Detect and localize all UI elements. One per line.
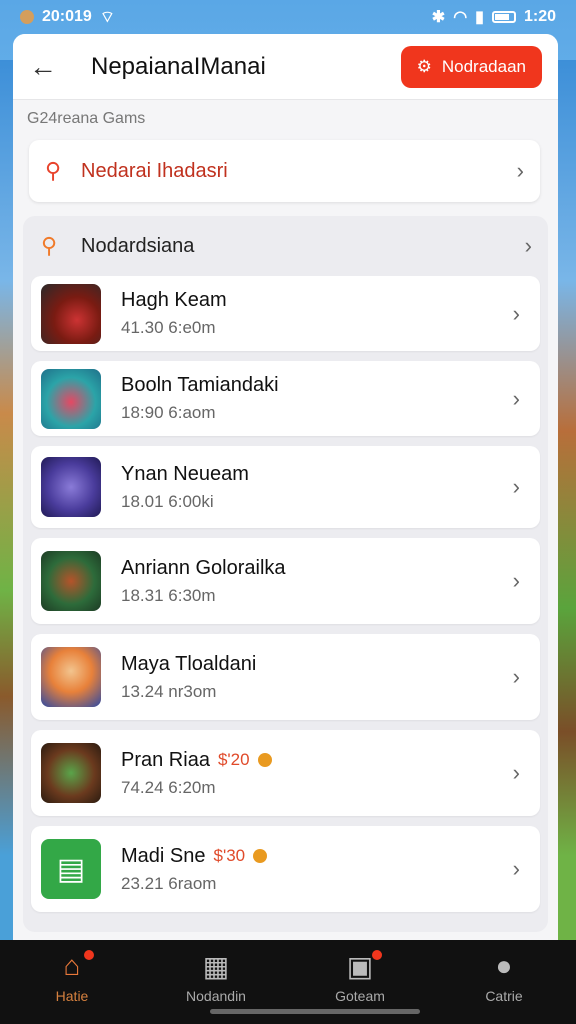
chevron-right-icon: › <box>524 233 532 258</box>
search-row[interactable]: ⚲ Nedarai Ihadasri › <box>29 140 540 202</box>
item-subtitle: 18.31 6:30m <box>121 585 216 605</box>
item-subtitle: 74.24 6:20m <box>121 777 216 797</box>
battery-icon <box>491 11 516 23</box>
list-item[interactable]: Ynan Neueam 18.01 6:00ki › <box>31 446 540 528</box>
chevron-right-icon: › <box>512 474 520 499</box>
game-thumbnail <box>41 457 101 517</box>
back-arrow-icon[interactable]: ← <box>29 51 65 83</box>
item-name: Madi Sne <box>121 844 206 867</box>
list-item[interactable]: Booln Tamiandaki 18:90 6:aom › <box>31 361 540 436</box>
item-name: Booln Tamiandaki <box>121 374 279 396</box>
item-subtitle: 18.01 6:00ki <box>121 491 214 511</box>
action-button[interactable]: ⚙ Nodradaan <box>400 45 542 88</box>
book-icon: ▣ <box>346 951 374 982</box>
home-indicator[interactable] <box>210 1009 420 1014</box>
gear-icon: ⚙ <box>416 56 432 76</box>
shop-icon: ▦ <box>202 951 230 982</box>
game-thumbnail <box>41 647 101 707</box>
group-header[interactable]: ⚲ Nodardsiana › <box>23 216 548 276</box>
wifi-icon: ◠ <box>453 9 468 26</box>
list-item[interactable]: Pran Riaa $'20 74.24 6:20m › <box>31 730 540 816</box>
item-name: Hagh Keam <box>121 289 227 311</box>
app-notification-icon <box>20 10 34 24</box>
signal-icon: ▮ <box>475 9 484 26</box>
search-row-label: Nedarai Ihadasri <box>81 159 228 182</box>
chevron-right-icon: › <box>512 385 520 411</box>
person-icon: ⚲ <box>41 233 58 258</box>
item-name: Pran Riaa <box>121 748 210 771</box>
search-icon: ⚲ <box>45 158 62 183</box>
nav-item-profile[interactable]: ● Catrie <box>444 950 564 1004</box>
nav-item-library[interactable]: ▣ Goteam <box>300 950 420 1004</box>
item-name: Anriann Golorailka <box>121 556 286 579</box>
coin-icon <box>257 753 272 767</box>
nav-item-home[interactable]: ⌂ Hatie <box>12 950 132 1004</box>
list-item[interactable]: Maya Tloaldani 13.24 nr3om › <box>31 634 540 720</box>
item-price: $'30 <box>213 846 246 865</box>
item-subtitle: 41.30 6:e0m <box>121 318 216 337</box>
item-subtitle: 18:90 6:aom <box>121 403 216 422</box>
bottom-nav: ⌂ Hatie ▦ Nodandin ▣ Goteam ● Catrie <box>0 940 576 1024</box>
status-time-left: 20:019 <box>42 8 92 25</box>
chevron-right-icon: › <box>512 568 520 593</box>
game-thumbnail <box>41 368 101 429</box>
bluetooth-icon: ✱ <box>431 9 446 26</box>
item-price: $'20 <box>217 750 250 769</box>
list-item[interactable]: Anriann Golorailka 18.31 6:30m › <box>31 538 540 624</box>
nav-item-shop[interactable]: ▦ Nodandin <box>156 950 276 1004</box>
chevron-right-icon: › <box>512 760 520 785</box>
game-thumbnail <box>41 743 101 803</box>
chevron-right-icon: › <box>512 856 520 881</box>
coin-icon <box>253 849 268 863</box>
chat-app-icon: ▤ <box>41 839 101 899</box>
item-subtitle: 23.21 6raom <box>121 873 217 893</box>
page-title: NepaianaIManai <box>91 52 266 80</box>
chevron-right-icon: › <box>512 300 520 326</box>
group-title: Nodardsiana <box>81 234 195 257</box>
games-group: ⚲ Nodardsiana › Hagh Keam 41.30 6:e0m › … <box>23 216 548 932</box>
action-button-label: Nodradaan <box>441 56 526 76</box>
chevron-right-icon: › <box>512 664 520 689</box>
main-sheet: ← NepaianaIManai ⚙ Nodradaan G24reana Ga… <box>13 34 558 944</box>
section-label: G24reana Gams <box>27 110 146 127</box>
nav-label: Nodandin <box>186 988 246 1004</box>
list-item[interactable]: Hagh Keam 41.30 6:e0m › <box>31 276 540 351</box>
notification-badge <box>84 950 94 960</box>
status-time-right: 1:20 <box>523 8 556 25</box>
chevron-right-icon: › <box>516 158 524 183</box>
item-subtitle: 13.24 nr3om <box>121 681 217 701</box>
game-list: Hagh Keam 41.30 6:e0m › Booln Tamiandaki… <box>23 276 548 912</box>
home-icon: ⌂ <box>63 950 81 981</box>
item-name: Maya Tloaldani <box>121 652 257 675</box>
item-name: Ynan Neueam <box>121 462 249 485</box>
list-item[interactable]: ▤ Madi Sne $'30 23.21 6raom › <box>31 826 540 912</box>
nav-label: Catrie <box>485 988 523 1004</box>
cast-icon: ⌔ <box>99 9 115 26</box>
header: ← NepaianaIManai ⚙ Nodradaan <box>13 34 558 100</box>
game-thumbnail <box>41 283 101 344</box>
nav-label: Goteam <box>335 988 385 1004</box>
nav-label: Hatie <box>55 988 89 1004</box>
person-icon: ● <box>495 950 513 981</box>
notification-badge <box>372 950 382 960</box>
game-thumbnail <box>41 551 101 611</box>
status-bar: 20:019 ⌔ ✱ ◠ ▮ 1:20 <box>0 0 576 34</box>
